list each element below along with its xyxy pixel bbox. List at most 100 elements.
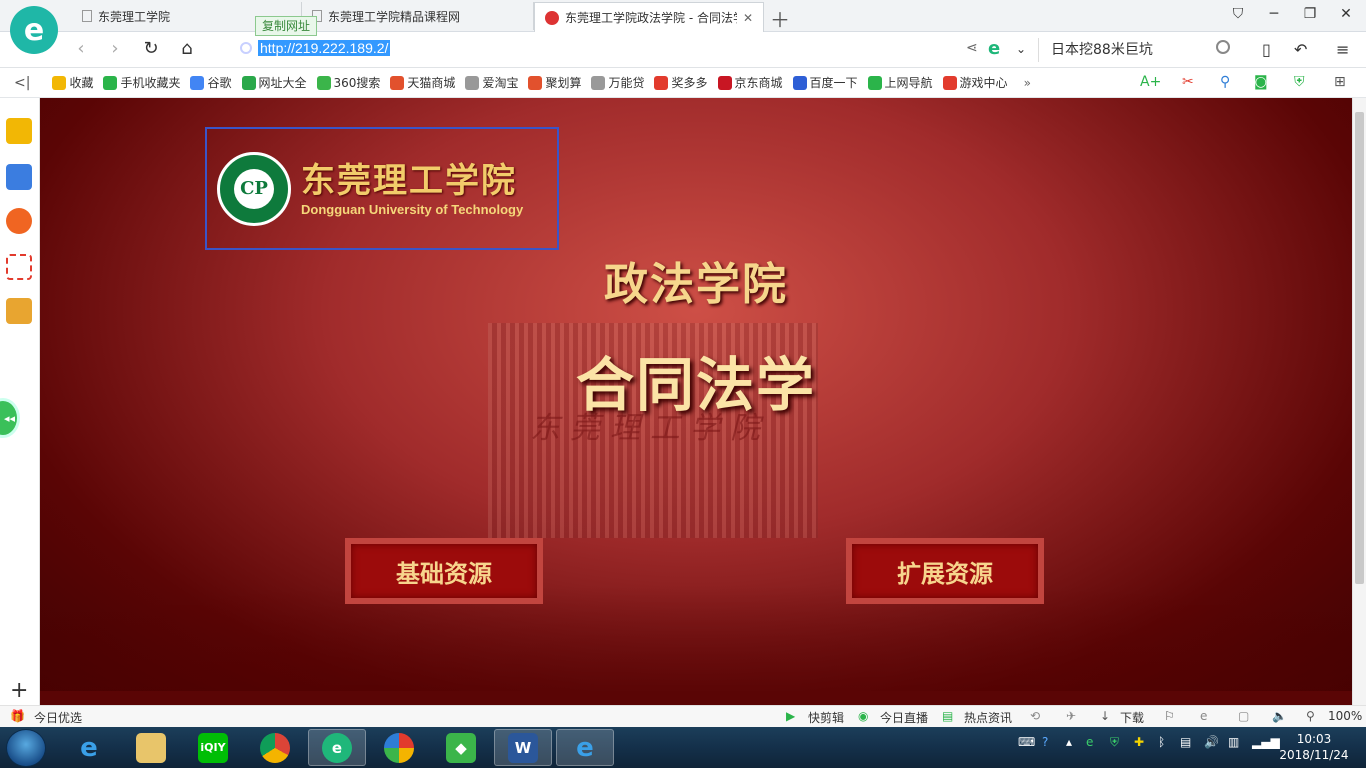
new-tab-icon[interactable]: ＋ [770, 4, 790, 33]
bookmark-label: 聚划算 [545, 76, 582, 90]
basic-resources-button[interactable]: 基础资源 [345, 538, 543, 604]
add-sidebar-item-icon[interactable]: + [10, 678, 28, 703]
iqiyi-taskbar-icon[interactable]: iQIY [184, 729, 242, 766]
volume-tray-icon[interactable]: 🔊 [1204, 735, 1219, 749]
accelerator-tray-icon[interactable]: ✚ [1134, 735, 1144, 749]
tray-chevron-icon[interactable]: ▴ [1066, 735, 1072, 749]
apps-grid-icon[interactable]: ⊞ [1334, 74, 1346, 90]
bookmark-item[interactable]: 手机收藏夹 [103, 74, 180, 91]
pinwheel-taskbar-icon[interactable] [370, 729, 428, 766]
bookmark-item[interactable]: 爱淘宝 [465, 74, 518, 91]
clip-icon[interactable]: ▶ [786, 709, 795, 723]
network-tray-icon[interactable]: ▂▄▆ [1252, 735, 1280, 749]
school-logo[interactable]: CP 东莞理工学院 Dongguan University of Technol… [205, 127, 559, 250]
device-tray-icon[interactable]: ▥ [1228, 735, 1239, 749]
favorites-star-icon[interactable] [6, 118, 32, 144]
close-tab-icon[interactable]: ✕ [743, 11, 753, 25]
refresh-icon[interactable]: ↻ [140, 38, 162, 59]
bookmark-item[interactable]: 聚划算 [528, 74, 581, 91]
ie-window-taskbar-icon[interactable]: e [556, 729, 614, 766]
game-icon[interactable]: ◙ [1254, 74, 1268, 90]
green-app-taskbar-icon[interactable]: ◆ [432, 729, 490, 766]
notebook-icon[interactable] [6, 298, 32, 324]
browser-mode-icon[interactable]: e [988, 38, 1000, 59]
bookmark-item[interactable]: 网址大全 [241, 74, 307, 91]
home-icon[interactable]: ⌂ [176, 38, 198, 59]
ie-taskbar-icon[interactable]: e [60, 729, 118, 766]
pin-icon[interactable]: ✈ [1066, 709, 1076, 723]
shirt-skin-icon[interactable]: ⛉ [1228, 6, 1248, 22]
security-tray-icon[interactable]: ⛨ [1110, 735, 1119, 750]
copy-url-badge[interactable]: 复制网址 [255, 16, 318, 36]
search-icon[interactable] [1216, 40, 1230, 54]
window-icon[interactable]: ▢ [1238, 709, 1249, 723]
bluetooth-tray-icon[interactable]: ᛒ [1158, 735, 1165, 749]
news-feed-icon[interactable] [6, 164, 32, 190]
keyboard-tray-icon[interactable]: ⌨ [1018, 735, 1035, 749]
extended-resources-button[interactable]: 扩展资源 [846, 538, 1044, 604]
word-taskbar-icon[interactable]: W [494, 729, 552, 766]
collapse-sidebar-icon[interactable]: <| [14, 75, 30, 91]
bookmark-item[interactable]: 游戏中心 [942, 74, 1008, 91]
scissors-icon[interactable]: ✂ [1182, 74, 1194, 90]
360-browser-taskbar-icon[interactable]: e [308, 729, 366, 766]
bookmark-item[interactable]: 上网导航 [867, 74, 933, 91]
quick-clip-link[interactable]: 快剪辑 [808, 709, 844, 726]
vertical-scrollbar[interactable] [1352, 98, 1366, 705]
browser-logo-icon[interactable]: e [10, 6, 58, 54]
minimize-icon[interactable]: ─ [1264, 6, 1284, 22]
chrome-taskbar-icon[interactable] [246, 729, 304, 766]
tab-2[interactable]: 东莞理工学院精品课程网 [302, 2, 534, 30]
menu-icon[interactable]: ≡ [1336, 40, 1349, 59]
zoom-icon[interactable]: ⚲ [1306, 709, 1315, 723]
bookmark-item[interactable]: 百度一下 [792, 74, 858, 91]
bookmark-item[interactable]: 收藏 [52, 74, 93, 91]
tab-3-active[interactable]: 东莞理工学院政法学院 - 合同法学 ✕ [534, 2, 764, 32]
start-button-icon[interactable] [6, 729, 46, 767]
bookmark-item[interactable]: 万能贷 [591, 74, 644, 91]
more-bookmarks-icon[interactable]: » [1024, 76, 1031, 90]
bookmark-item[interactable]: 奖多多 [654, 74, 708, 91]
browser-tray-icon[interactable]: e [1086, 735, 1093, 749]
news-icon[interactable]: ▤ [942, 709, 953, 723]
search-tool-icon[interactable]: ⚲ [1220, 74, 1230, 90]
today-pick-link[interactable]: 今日优选 [34, 709, 82, 726]
ie-mode-icon[interactable]: e [1200, 709, 1207, 723]
bookmark-item[interactable]: 京东商城 [717, 74, 783, 91]
bookmark-item[interactable]: 谷歌 [190, 74, 232, 91]
mobile-icon[interactable]: ▯ [1262, 40, 1271, 59]
url-field[interactable]: http://219.222.189.2/ [240, 40, 391, 56]
download-link[interactable]: 下载 [1120, 709, 1144, 726]
close-window-icon[interactable]: ✕ [1336, 6, 1356, 22]
download-icon[interactable]: ↓ [1100, 709, 1110, 723]
school-name-block: 东莞理工学院 Dongguan University of Technology [301, 160, 523, 217]
zoom-level[interactable]: 100% [1328, 709, 1362, 723]
bookmark-item[interactable]: 天猫商城 [390, 74, 455, 91]
volume-icon[interactable]: 🔈 [1272, 709, 1287, 723]
taskbar-clock[interactable]: 10:03 2018/11/24 [1278, 731, 1350, 763]
share-icon[interactable]: ⋖ [966, 40, 978, 56]
undo-icon[interactable]: ↶ [1294, 40, 1307, 59]
chevron-down-icon[interactable]: ⌄ [1010, 42, 1032, 56]
translate-icon[interactable]: A+ [1140, 74, 1161, 90]
help-tray-icon[interactable]: ? [1042, 735, 1048, 749]
speed-icon[interactable]: ⟲ [1030, 709, 1040, 723]
search-input[interactable]: 日本挖88米巨坑 [1038, 38, 1238, 62]
back-icon[interactable]: ‹ [70, 38, 92, 59]
display-tray-icon[interactable]: ▤ [1180, 735, 1191, 749]
restore-icon[interactable]: ❐ [1300, 6, 1320, 22]
gift-icon[interactable]: 🎁 [10, 709, 25, 723]
live-today-link[interactable]: 今日直播 [880, 709, 928, 726]
expand-sidebar-icon[interactable]: ◂◂ [0, 398, 20, 438]
hot-news-link[interactable]: 热点资讯 [964, 709, 1012, 726]
flag-icon[interactable]: ⚐ [1164, 709, 1175, 723]
bookmark-item[interactable]: 360搜索 [316, 74, 380, 91]
forward-icon[interactable]: › [104, 38, 126, 59]
live-icon[interactable]: ◉ [858, 709, 868, 723]
shield-icon[interactable]: ⛨ [1294, 74, 1305, 90]
url-text[interactable]: http://219.222.189.2/ [258, 40, 391, 56]
scrollbar-thumb[interactable] [1355, 112, 1364, 584]
weibo-icon[interactable] [6, 208, 32, 234]
explorer-taskbar-icon[interactable] [122, 729, 180, 766]
mail-icon[interactable] [6, 254, 32, 280]
